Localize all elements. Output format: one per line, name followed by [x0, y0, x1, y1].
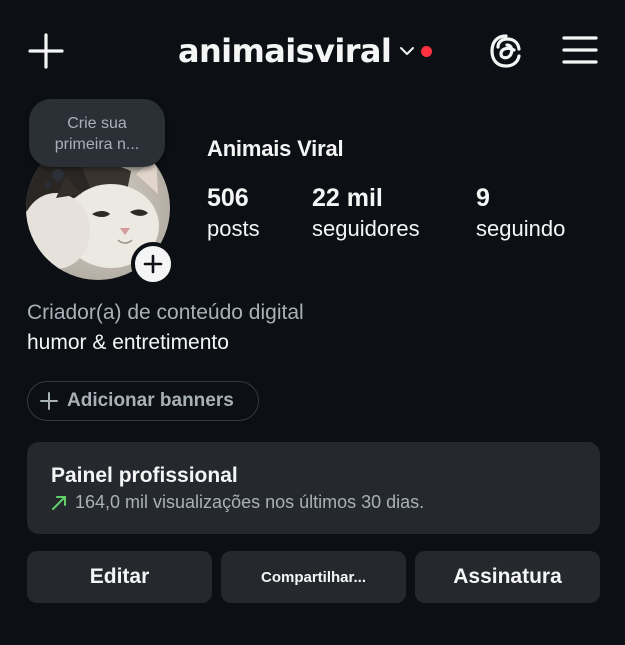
- notification-dot: [421, 45, 433, 57]
- following-stat[interactable]: 9 seguindo: [476, 182, 565, 244]
- posts-label: posts: [207, 216, 260, 241]
- chevron-down-icon: [399, 43, 415, 59]
- display-name: Animais Viral: [207, 136, 344, 161]
- username: animaisviral: [178, 32, 392, 70]
- professional-dashboard-subtitle: 164,0 mil visualizações nos últimos 30 d…: [51, 492, 600, 513]
- account-switcher[interactable]: animaisviral: [178, 26, 433, 76]
- add-story-plus-icon[interactable]: [131, 242, 175, 286]
- edit-profile-button[interactable]: Editar: [27, 551, 212, 603]
- professional-dashboard[interactable]: Painel profissional 164,0 mil visualizaç…: [27, 442, 600, 534]
- create-plus-icon[interactable]: [28, 33, 64, 69]
- followers-count: 22 mil: [312, 184, 383, 212]
- views-summary: 164,0 mil visualizações nos últimos 30 d…: [75, 492, 425, 512]
- threads-icon[interactable]: [487, 32, 525, 70]
- note-prompt-text: Crie sua primeira n...: [54, 115, 140, 153]
- hamburger-menu-icon[interactable]: [561, 33, 599, 67]
- top-bar: animaisviral: [0, 0, 625, 100]
- profile-category: Criador(a) de conteúdo digital: [27, 301, 304, 324]
- subscription-button[interactable]: Assinatura: [415, 551, 600, 603]
- trend-up-arrow-icon: [51, 495, 67, 511]
- posts-count: 506: [207, 184, 249, 212]
- professional-dashboard-title: Painel profissional: [51, 464, 238, 487]
- profile-bio: humor & entretimento: [27, 331, 229, 354]
- followers-label: seguidores: [312, 216, 420, 241]
- note-bubble-tail-small: [45, 182, 51, 188]
- note-bubble[interactable]: Crie sua primeira n...: [29, 99, 165, 167]
- note-bubble-tail: [52, 169, 64, 181]
- followers-stat[interactable]: 22 mil seguidores: [312, 182, 420, 244]
- add-banners-button[interactable]: Adicionar banners: [27, 381, 259, 421]
- following-label: seguindo: [476, 216, 566, 241]
- following-count: 9: [476, 184, 490, 212]
- add-banners-label: Adicionar banners: [67, 390, 234, 411]
- plus-icon: [40, 392, 58, 410]
- share-profile-button[interactable]: Compartilhar...: [221, 551, 406, 603]
- posts-stat[interactable]: 506 posts: [207, 182, 260, 244]
